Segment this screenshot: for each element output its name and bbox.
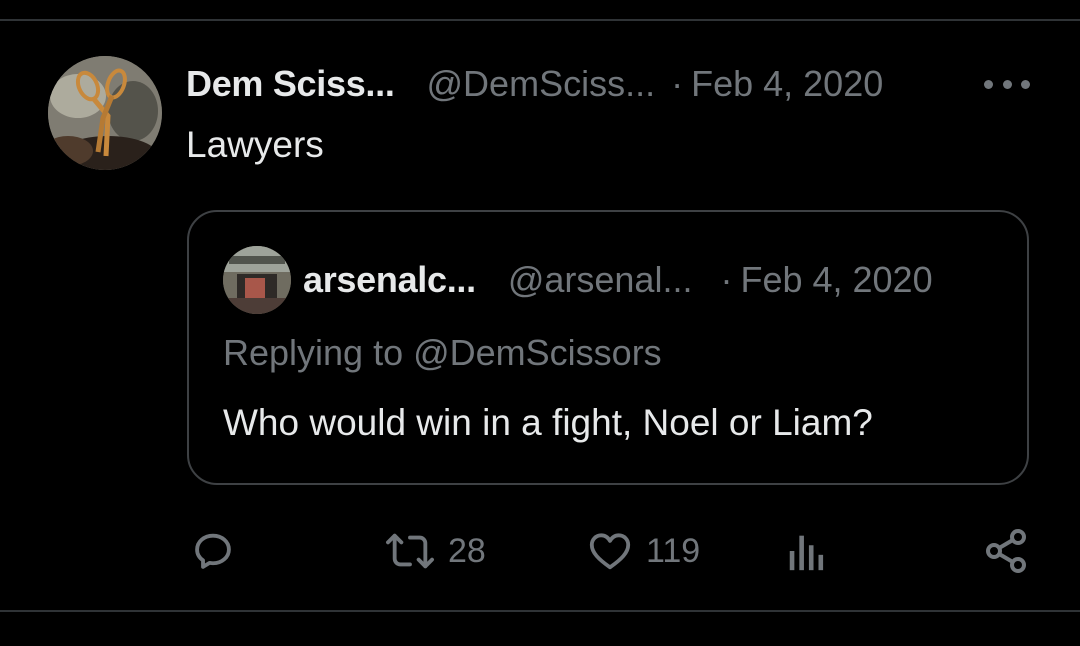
share-button[interactable] [982,526,1030,576]
retweet-count: 28 [448,531,486,570]
retweet-button[interactable]: 28 [384,526,486,576]
replying-to-label[interactable]: Replying to @DemScissors [223,332,662,374]
quoted-tweet-card[interactable]: arsenalc... @arsenal... · Feb 4, 2020 Re… [187,210,1029,485]
bottom-divider [0,610,1080,612]
quoted-author-name[interactable]: arsenalc... [303,259,476,301]
quoted-author-handle[interactable]: @arsenal... [508,259,693,301]
tweet-actions-bar: 28 119 [0,526,1080,576]
analytics-icon [789,535,824,571]
analytics-button[interactable] [786,526,828,576]
tweet-header: Dem Sciss... @DemSciss... · Feb 4, 2020 [186,60,1046,108]
quoted-date-separator: · [720,259,733,300]
scissors-avatar-image [48,56,162,170]
author-avatar[interactable] [48,56,162,170]
retweet-icon [386,533,434,569]
tweet-text: Lawyers [186,124,324,165]
date-separator: · [671,63,684,104]
author-handle[interactable]: @DemSciss... [427,63,656,105]
like-count: 119 [646,531,701,570]
quoted-tweet-date[interactable]: Feb 4, 2020 [740,259,932,301]
quoted-tweet-header: arsenalc... @arsenal... · Feb 4, 2020 [303,256,933,304]
reply-button[interactable] [190,526,236,576]
top-divider [0,19,1080,21]
author-name[interactable]: Dem Sciss... [186,63,395,105]
quoted-author-avatar [223,246,291,314]
quoted-tweet-text: Who would win in a fight, Noel or Liam? [223,402,873,443]
heart-icon [589,533,631,570]
reply-icon [195,533,231,569]
arsenal-avatar-image [223,246,291,314]
tweet-date[interactable]: Feb 4, 2020 [691,63,883,105]
more-options-icon[interactable] [984,74,1030,94]
like-button[interactable]: 119 [586,526,700,576]
share-icon [986,529,1026,573]
